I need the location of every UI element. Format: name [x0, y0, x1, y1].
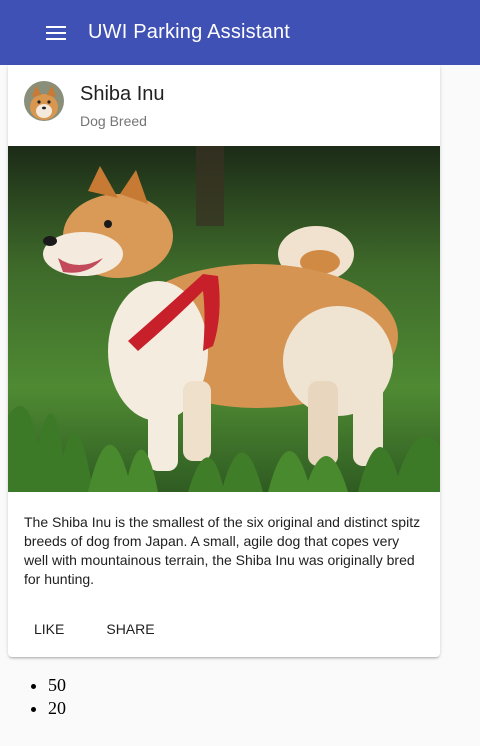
shiba-inu-image	[8, 146, 440, 492]
app-toolbar: UWI Parking Assistant	[0, 0, 480, 65]
card-subtitle: Dog Breed	[80, 113, 147, 129]
app-title: UWI Parking Assistant	[88, 21, 291, 43]
card-description: The Shiba Inu is the smallest of the six…	[24, 514, 421, 587]
list-item: 20	[48, 697, 66, 720]
avatar	[24, 81, 64, 121]
card-header: Shiba Inu Dog Breed	[8, 65, 440, 146]
like-button[interactable]: LIKE	[16, 613, 82, 645]
share-button[interactable]: SHARE	[88, 613, 172, 645]
number-list: 50 20	[0, 674, 66, 720]
menu-icon[interactable]	[46, 25, 68, 41]
breed-card: Shiba Inu Dog Breed The Shiba Inu is the…	[8, 65, 440, 657]
card-actions: LIKE SHARE	[16, 613, 173, 645]
card-title: Shiba Inu	[80, 83, 165, 105]
list-item: 50	[48, 674, 66, 697]
